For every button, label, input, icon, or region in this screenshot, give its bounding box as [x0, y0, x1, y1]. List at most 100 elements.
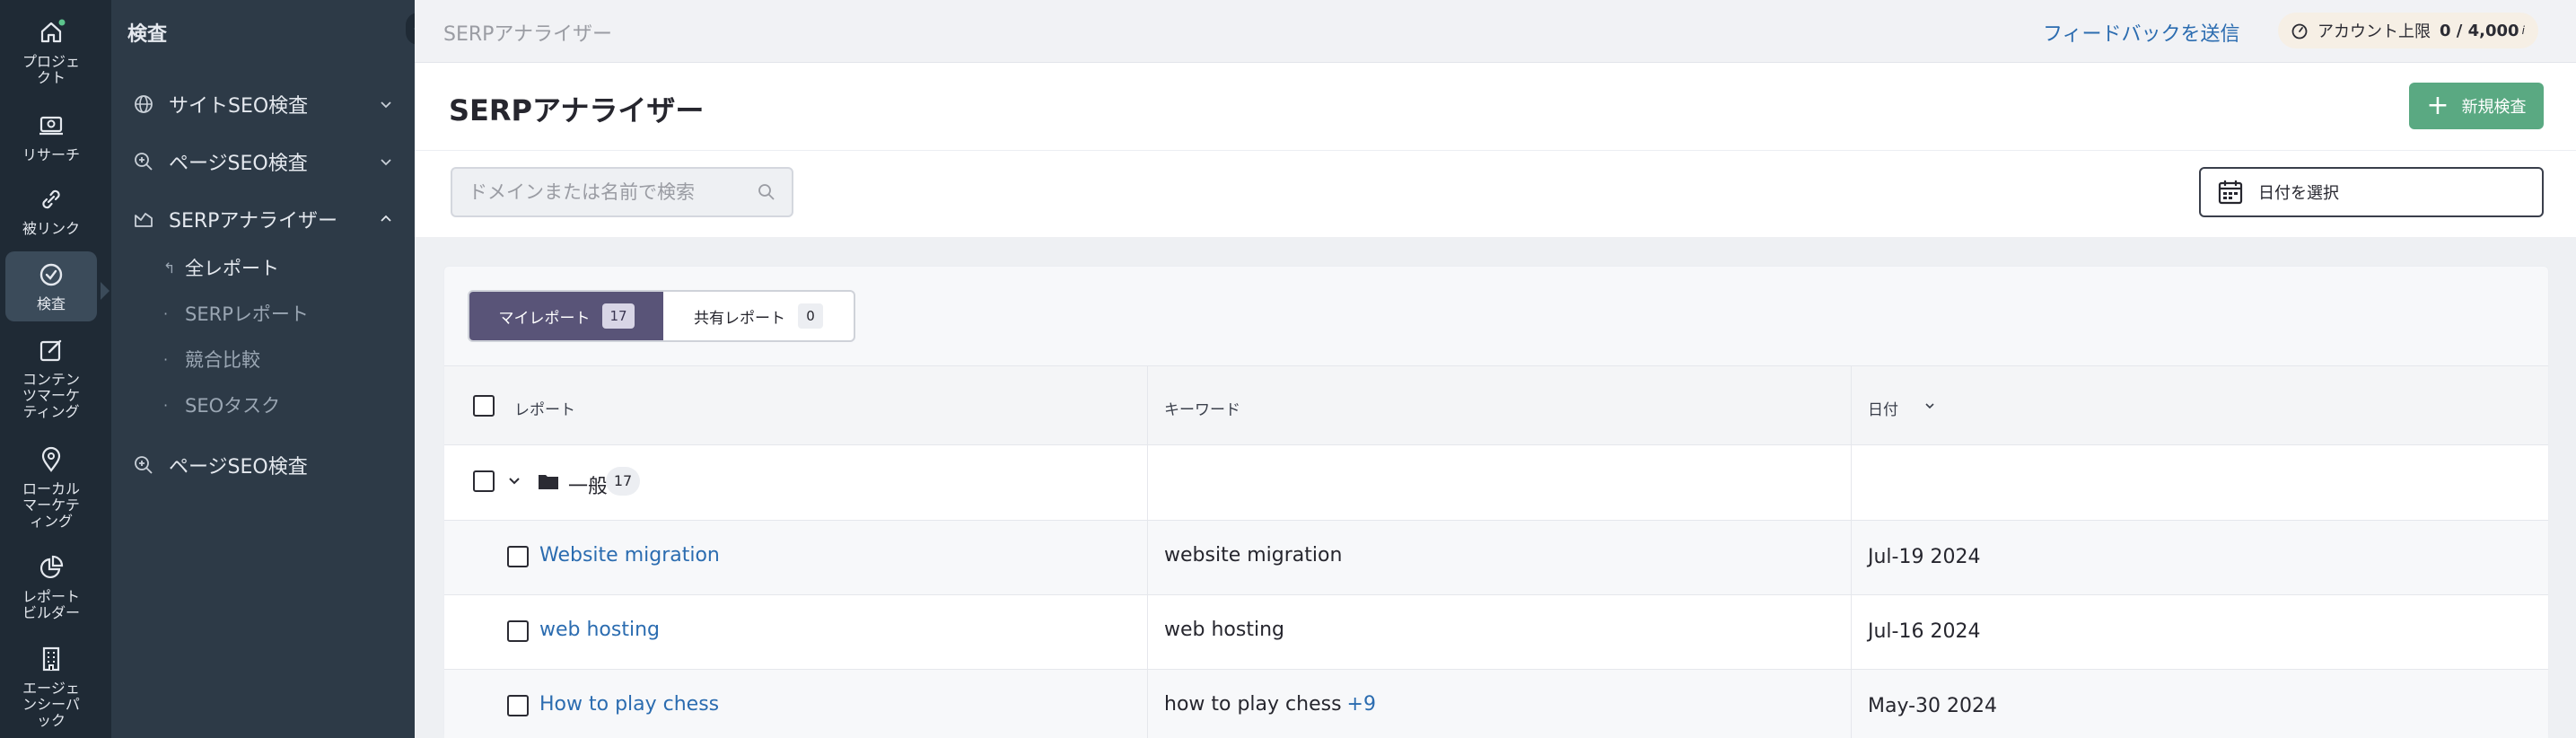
table-header-row: レポート キーワード 日付 — [444, 365, 2548, 444]
page-title: SERPアナライザー — [449, 93, 705, 127]
folder-group-row[interactable]: 一般 17 — [444, 444, 2548, 520]
group-checkbox[interactable] — [473, 470, 495, 492]
rail-item-local-marketing[interactable]: ローカル マーケテ ィング — [5, 445, 97, 533]
column-header-report: レポート — [514, 401, 575, 419]
magnify-plus-icon — [135, 456, 153, 474]
building-icon — [42, 646, 60, 672]
table-row[interactable]: web hosting web hosting Jul-16 2024 — [444, 594, 2548, 669]
date-picker-label: 日付を選択 — [2258, 184, 2339, 203]
nav-label: SERPアナライザー — [169, 210, 337, 233]
row-checkbox[interactable] — [507, 546, 529, 567]
date-picker-button[interactable]: 日付を選択 — [2199, 167, 2544, 217]
research-icon — [39, 116, 63, 136]
feedback-link[interactable]: フィードバックを送信 — [2043, 18, 2240, 47]
account-limit-label: アカウント上限 — [2318, 22, 2431, 41]
search-input[interactable] — [469, 180, 747, 205]
keyword-cell: web hosting — [1164, 619, 1284, 641]
tab-my-reports[interactable]: マイレポート 17 — [469, 292, 663, 340]
new-audit-label: 新規検査 — [2461, 98, 2527, 117]
group-name: 一般 — [568, 476, 609, 498]
table-row[interactable]: Website migration website migration Jul-… — [444, 520, 2548, 594]
search-icon — [758, 184, 775, 200]
keyword-cell-wrap: how to play chess +9 — [1164, 693, 1376, 716]
row-checkbox[interactable] — [507, 620, 529, 642]
pie-chart-icon — [39, 555, 64, 579]
sub-item-competitor-compare[interactable]: · 競合比較 — [163, 345, 260, 373]
sub-bullet: · — [163, 350, 169, 368]
new-audit-button[interactable]: + 新規検査 — [2409, 83, 2544, 129]
panel-title: 検査 — [127, 23, 168, 46]
globe-icon — [135, 95, 153, 113]
sub-item-all-reports[interactable]: ↰ 全レポート — [163, 253, 279, 282]
sub-label: SEOタスク — [185, 395, 281, 417]
search-box — [451, 167, 793, 217]
rail-label: リサーチ — [22, 146, 80, 163]
top-bar: SERPアナライザー フィードバックを送信 アカウント上限 0 / 4,000 … — [415, 0, 2576, 63]
folder-icon — [539, 475, 558, 489]
report-link[interactable]: Website migration — [539, 544, 720, 567]
sort-chevron-icon — [1925, 403, 1934, 409]
column-header-date-sort[interactable]: 日付 — [1852, 366, 2548, 444]
table-row[interactable]: How to play chess how to play chess +9 Ma… — [444, 669, 2548, 738]
report-link[interactable]: web hosting — [539, 619, 660, 641]
tab-label: 共有レポート — [694, 309, 785, 328]
report-link[interactable]: How to play chess — [539, 693, 719, 716]
nav-serp-analyzer[interactable]: SERPアナライザー — [133, 201, 402, 237]
filter-toolbar: 日付を選択 — [415, 151, 2576, 237]
chevron-up-icon — [381, 215, 391, 222]
link-icon — [42, 189, 60, 209]
nav-page-seo-audit-2[interactable]: ページSEO検査 — [133, 447, 402, 483]
column-header-date: 日付 — [1868, 401, 1898, 419]
tab-count-badge: 0 — [798, 303, 823, 329]
rail-label: ローカル マーケテ ィング — [22, 480, 80, 530]
rail-item-report-builder[interactable]: レポート ビルダー — [5, 553, 97, 623]
rail-item-content-marketing[interactable]: コンテン ツマーケ ティング — [5, 336, 97, 424]
select-all-checkbox[interactable] — [473, 395, 495, 417]
rail-label: プロジェ クト — [22, 53, 80, 86]
chevron-down-icon — [381, 159, 391, 166]
info-icon[interactable]: i — [2522, 24, 2525, 37]
tab-label: マイレポート — [498, 309, 591, 328]
rail-item-projects[interactable]: プロジェ クト — [5, 18, 97, 92]
magnify-plus-icon — [135, 153, 153, 171]
nav-page-seo-audit[interactable]: ページSEO検査 — [133, 144, 402, 180]
date-cell: Jul-16 2024 — [1868, 620, 1981, 643]
rail-label: エージェ ンシーパ ック — [22, 680, 80, 729]
page-header: SERPアナライザー + 新規検査 — [415, 63, 2576, 151]
icon-rail: プロジェ クト リサーチ 被リンク 検査 コンテン ツマーケ ティング ローカル… — [0, 0, 111, 738]
serp-chart-icon — [135, 213, 153, 227]
chevron-down-icon[interactable] — [507, 474, 521, 488]
account-limit-badge[interactable]: アカウント上限 0 / 4,000 i — [2278, 13, 2538, 48]
home-icon — [40, 19, 66, 43]
side-panel: 検査 サイトSEO検査 ページSEO検査 SERPアナライザー ↰ 全レポート … — [111, 0, 415, 738]
rail-label: レポート ビルダー — [22, 588, 80, 621]
calendar-icon — [2218, 180, 2243, 205]
reports-table: レポート キーワード 日付 一般 17 Website migration we… — [444, 365, 2548, 738]
report-tabs: マイレポート 17 共有レポート 0 — [468, 290, 855, 342]
sub-label: 競合比較 — [185, 349, 260, 371]
rail-item-research[interactable]: リサーチ — [5, 111, 97, 165]
row-checkbox[interactable] — [507, 695, 529, 716]
sub-bullet: ↰ — [163, 259, 176, 277]
breadcrumb: SERPアナライザー — [443, 23, 612, 46]
audit-check-icon — [39, 263, 63, 286]
rail-item-agency-pack[interactable]: エージェ ンシーパ ック — [5, 645, 97, 734]
sub-item-serp-report[interactable]: · SERPレポート — [163, 299, 309, 328]
rail-label: コンテン ツマーケ ティング — [22, 371, 80, 420]
nav-site-seo-audit[interactable]: サイトSEO検査 — [133, 86, 402, 122]
nav-label: ページSEO検査 — [169, 456, 308, 479]
sub-label: SERPレポート — [185, 303, 309, 325]
gauge-icon — [2291, 23, 2308, 40]
sub-label: 全レポート — [185, 258, 279, 279]
group-count-badge: 17 — [606, 467, 640, 496]
rail-item-backlinks[interactable]: 被リンク — [5, 185, 97, 239]
account-limit-value: 0 / 4,000 — [2440, 21, 2519, 40]
map-pin-icon — [41, 446, 61, 472]
plus-icon: + — [2426, 90, 2449, 121]
column-header-keyword: キーワード — [1164, 401, 1240, 419]
more-keywords-link[interactable]: +9 — [1347, 693, 1376, 716]
rail-item-audit[interactable]: 検査 — [5, 251, 110, 321]
tab-shared-reports[interactable]: 共有レポート 0 — [663, 292, 854, 340]
sub-item-seo-tasks[interactable]: · SEOタスク — [163, 391, 280, 419]
sub-bullet: · — [163, 396, 169, 414]
